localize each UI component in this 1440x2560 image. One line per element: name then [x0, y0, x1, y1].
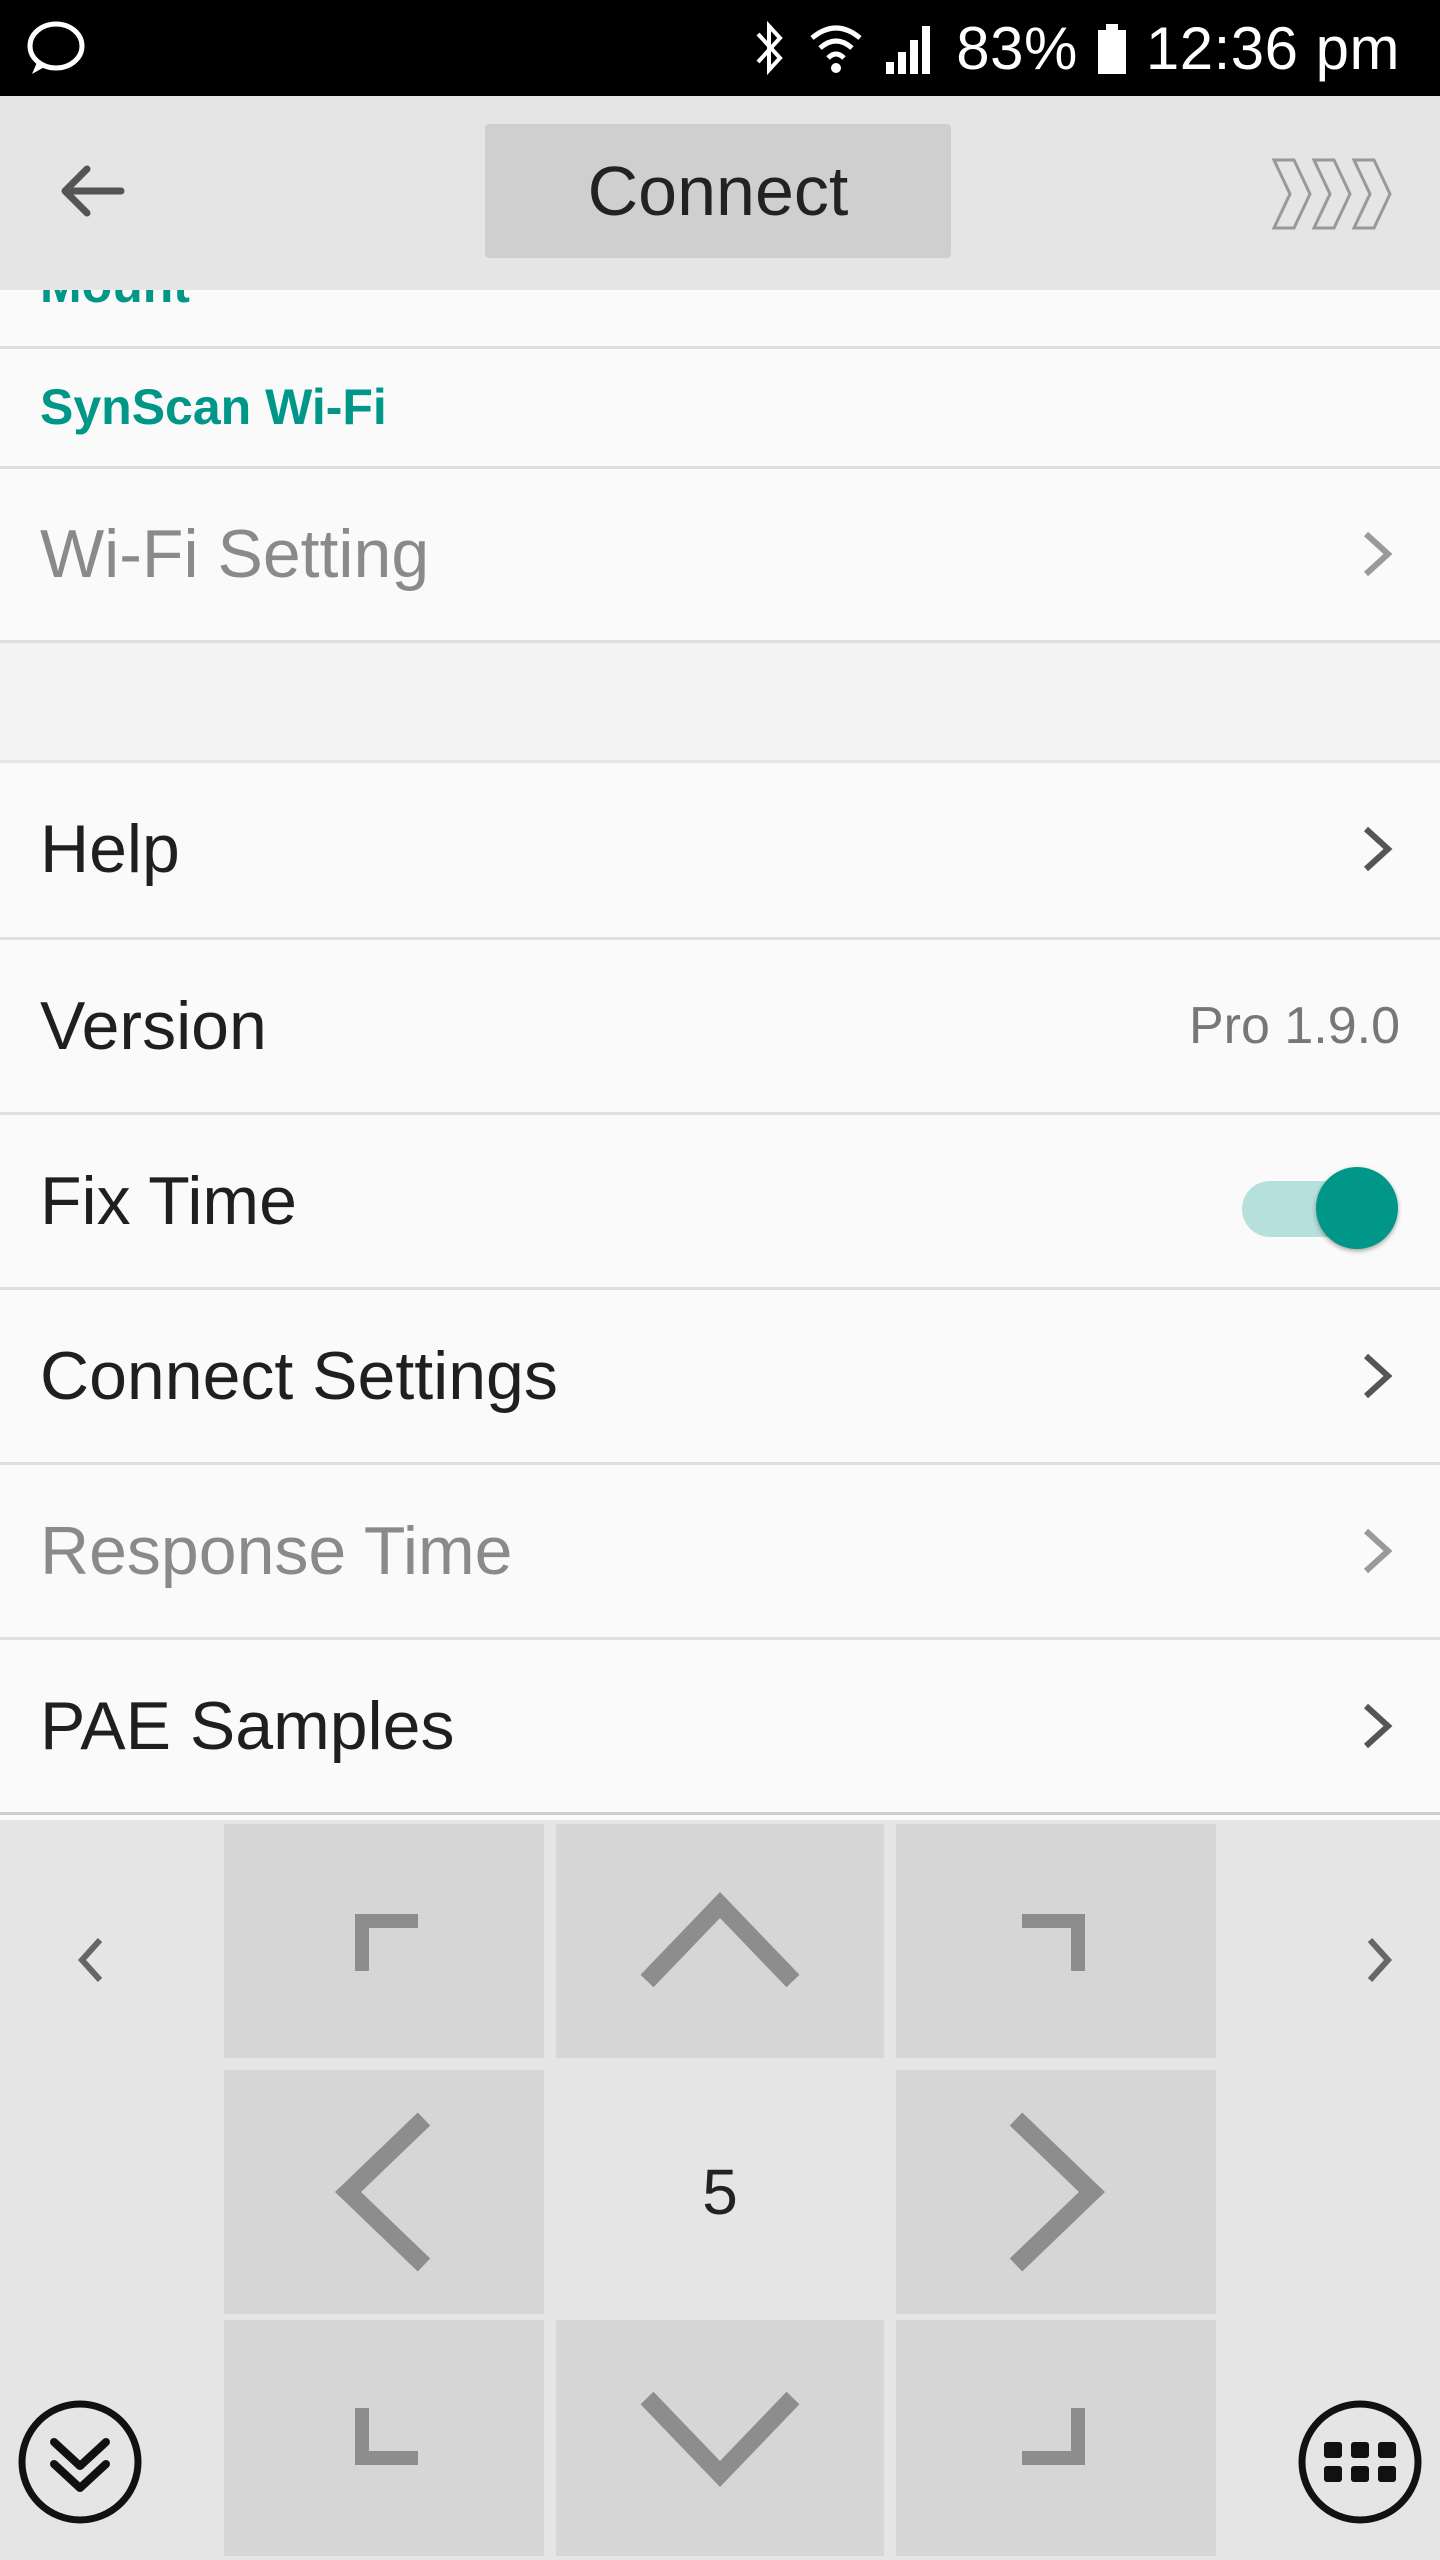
corner-down-left-icon	[355, 2408, 418, 2465]
help-row[interactable]: Help	[0, 763, 1440, 935]
fix-time-row[interactable]: Fix Time	[0, 1115, 1440, 1287]
section-spacer	[0, 643, 1440, 761]
chevron-right-icon	[1363, 826, 1393, 872]
move-down-button[interactable]	[556, 2320, 884, 2556]
section-header-synscan-wifi: SynScan Wi-Fi	[40, 379, 387, 435]
chevron-left-icon	[77, 1937, 103, 1983]
response-time-row[interactable]: Response Time	[0, 1465, 1440, 1637]
response-time-label: Response Time	[40, 1513, 513, 1589]
fix-time-label: Fix Time	[40, 1163, 297, 1239]
arrow-left-icon	[335, 2112, 431, 2272]
rate-display[interactable]: 5	[556, 2070, 884, 2314]
move-left-button[interactable]	[224, 2070, 544, 2314]
connect-button[interactable]: Connect	[485, 124, 951, 258]
collapse-pad-button[interactable]	[16, 2398, 144, 2526]
pae-samples-row[interactable]: PAE Samples	[0, 1640, 1440, 1812]
arrow-right-icon	[1009, 2112, 1105, 2272]
corner-up-left-icon	[355, 1914, 418, 1971]
corner-down-right-icon	[1022, 2408, 1085, 2465]
move-up-right-button[interactable]	[896, 1824, 1216, 2058]
arrow-down-icon	[640, 2391, 800, 2487]
chevron-right-icon	[1363, 1528, 1393, 1574]
settings-list[interactable]: Mount SynScan Wi-Fi Wi-Fi Setting Help V…	[0, 290, 1440, 1820]
pad-next-button[interactable]	[1338, 1920, 1418, 2000]
move-up-left-button[interactable]	[224, 1824, 544, 2058]
app-bar: Connect	[0, 96, 1440, 290]
move-right-button[interactable]	[896, 2070, 1216, 2314]
arrow-left-icon	[61, 165, 125, 217]
control-pad: 5	[0, 1820, 1440, 2560]
chat-bubble-icon	[27, 21, 85, 74]
divider	[0, 346, 1440, 349]
status-bar: 83% 12:36 pm	[0, 0, 1440, 96]
battery-icon	[1097, 24, 1126, 74]
clock: 12:36 pm	[1145, 14, 1400, 82]
wifi-setting-row[interactable]: Wi-Fi Setting	[0, 468, 1440, 640]
version-row: Version Pro 1.9.0	[0, 940, 1440, 1112]
move-down-left-button[interactable]	[224, 2320, 544, 2556]
battery-percent: 83%	[956, 14, 1078, 82]
bluetooth-icon	[756, 20, 783, 76]
connect-settings-row[interactable]: Connect Settings	[0, 1290, 1440, 1462]
toggle-thumb	[1316, 1167, 1398, 1249]
version-value: Pro 1.9.0	[1188, 997, 1400, 1055]
arrow-up-icon	[640, 1892, 800, 1988]
chevron-right-icon	[1363, 531, 1393, 577]
version-label: Version	[40, 988, 267, 1064]
chevron-right-icon	[1367, 1937, 1393, 1983]
wifi-setting-label: Wi-Fi Setting	[40, 516, 430, 592]
move-down-right-button[interactable]	[896, 2320, 1216, 2556]
triple-chevron-right-icon[interactable]	[1270, 154, 1400, 234]
keypad-button[interactable]	[1296, 2398, 1424, 2526]
connect-settings-label: Connect Settings	[40, 1338, 558, 1414]
pad-prev-button[interactable]	[52, 1920, 132, 2000]
chevron-right-icon	[1363, 1703, 1393, 1749]
help-label: Help	[40, 811, 180, 887]
chevron-right-icon	[1363, 1353, 1393, 1399]
corner-up-right-icon	[1022, 1914, 1085, 1971]
wifi-icon	[810, 25, 862, 73]
fix-time-toggle[interactable]	[1238, 1161, 1398, 1249]
divider	[0, 1812, 1440, 1815]
signal-icon	[886, 26, 931, 74]
move-up-button[interactable]	[556, 1824, 884, 2058]
back-button[interactable]	[40, 146, 144, 236]
pae-samples-label: PAE Samples	[40, 1688, 455, 1764]
section-header-mount: Mount	[40, 290, 190, 314]
